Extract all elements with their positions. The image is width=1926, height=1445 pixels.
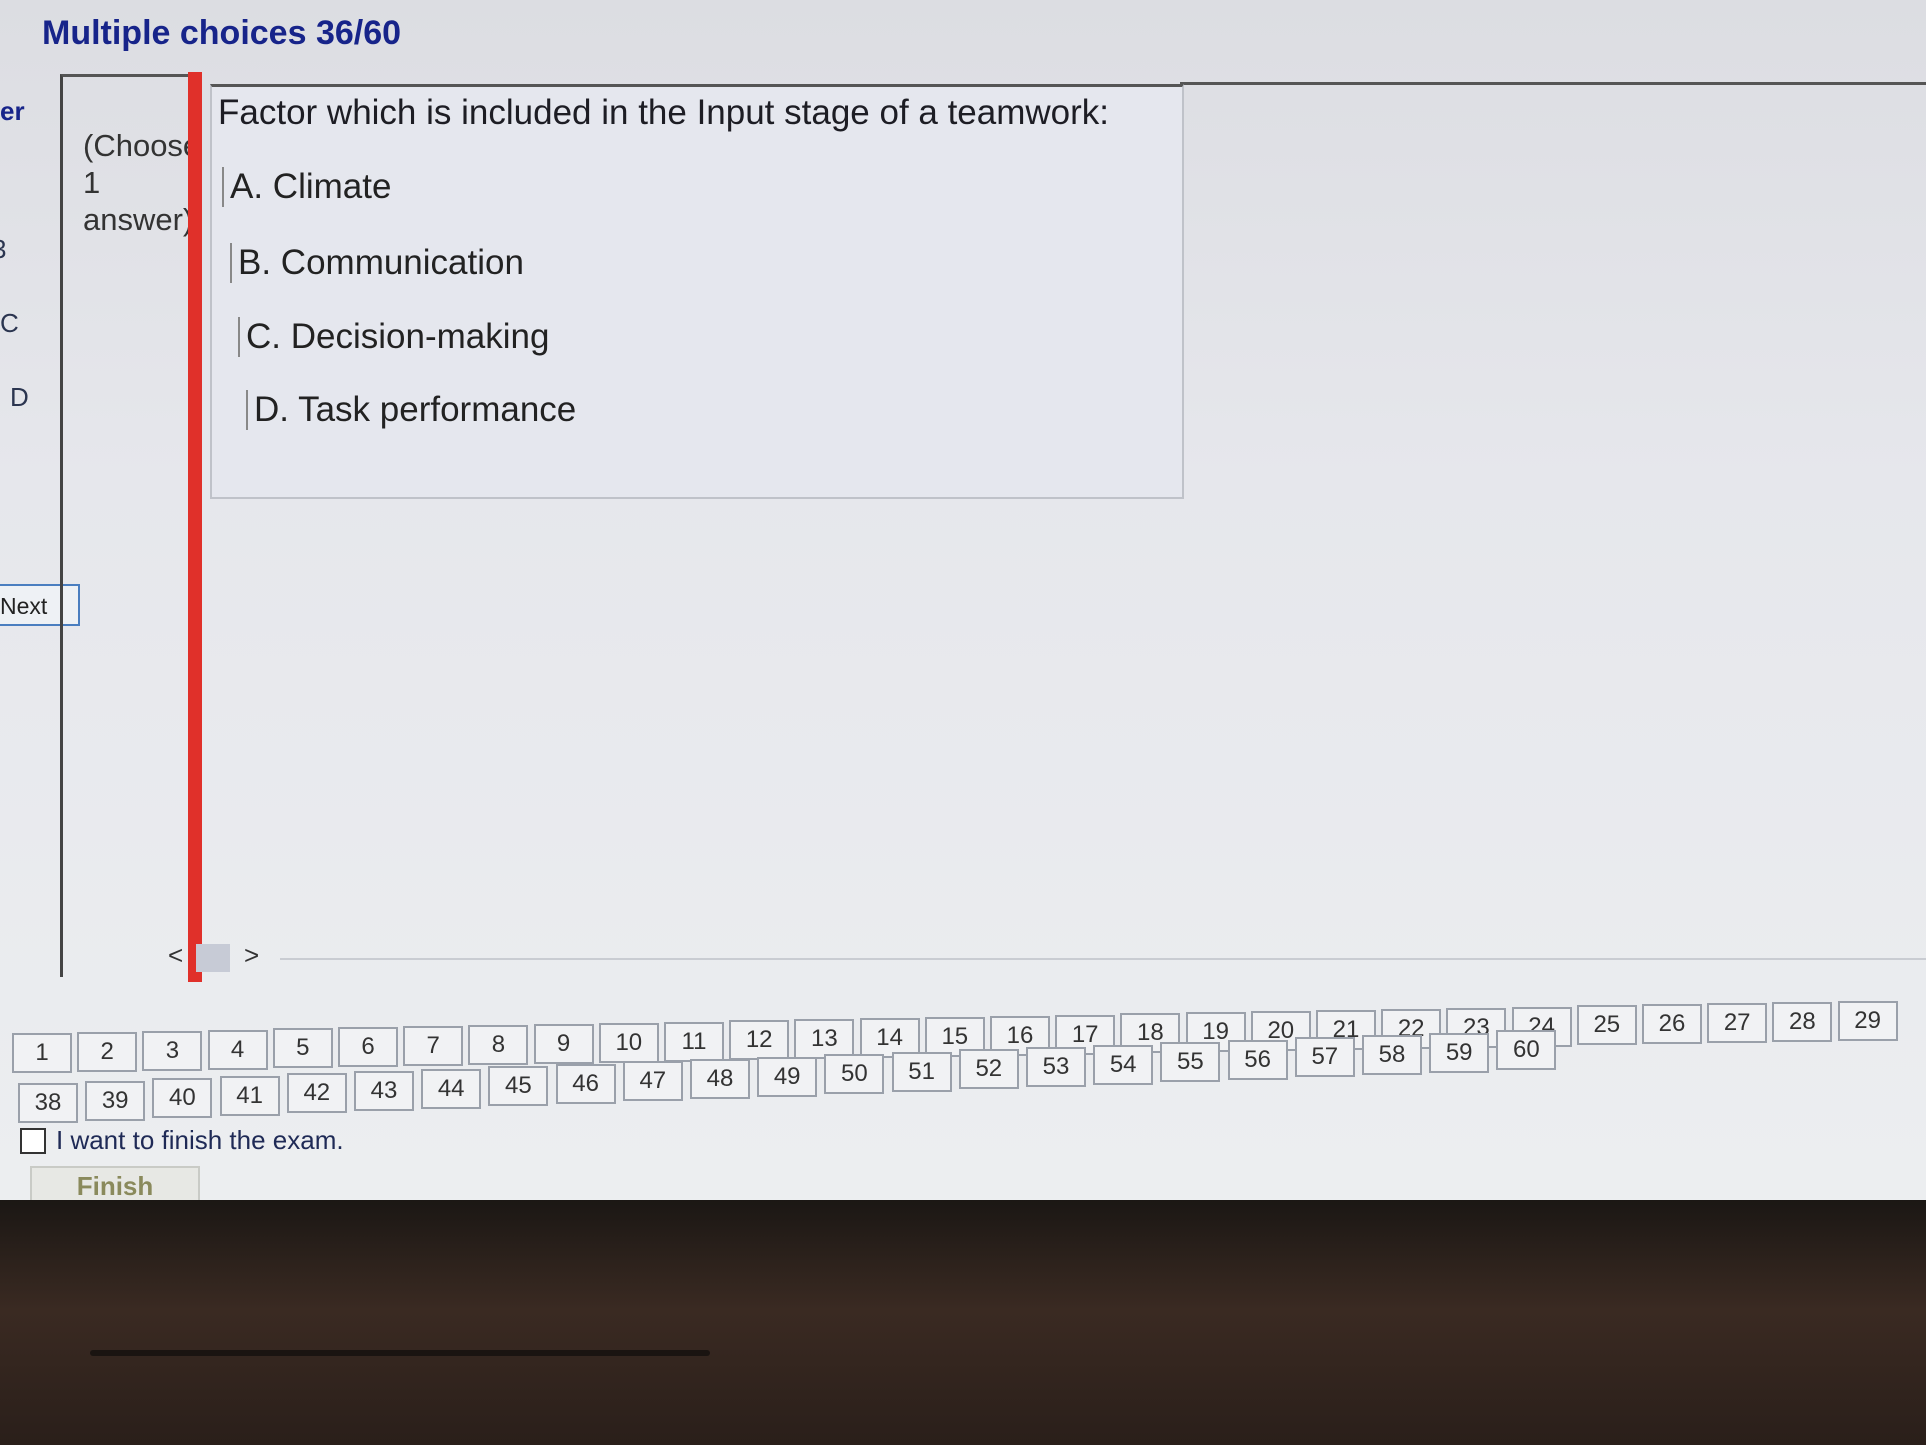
option-d[interactable]: D. Task performance <box>246 390 576 430</box>
question-number-button[interactable]: 42 <box>286 1073 347 1114</box>
side-fragment: er <box>0 96 25 126</box>
question-text: Factor which is included in the Input st… <box>218 93 1110 132</box>
desk-background <box>0 1200 1926 1445</box>
pager-thumb[interactable] <box>196 944 230 972</box>
page-title: Multiple choices 36/60 <box>42 14 402 52</box>
question-number-button[interactable]: 11 <box>664 1021 724 1062</box>
side-fragment: 3 <box>0 234 6 265</box>
question-number-button[interactable]: 47 <box>622 1061 683 1102</box>
question-number-button[interactable]: 5 <box>272 1028 333 1069</box>
question-number-button[interactable]: 44 <box>421 1068 482 1109</box>
option-a[interactable]: A. Climate <box>222 167 391 207</box>
divider <box>280 958 1926 960</box>
divider <box>1180 82 1926 85</box>
question-number-button[interactable]: 29 <box>1837 1000 1898 1041</box>
question-number-button[interactable]: 50 <box>824 1054 885 1095</box>
question-number-button[interactable]: 46 <box>555 1063 616 1104</box>
question-number-button[interactable]: 39 <box>85 1080 146 1121</box>
option-b[interactable]: B. Communication <box>230 243 524 283</box>
question-marker-bar <box>188 72 202 982</box>
question-number-button[interactable]: 60 <box>1496 1030 1557 1071</box>
question-number-button[interactable]: 43 <box>354 1071 414 1111</box>
question-number-button[interactable]: 40 <box>152 1078 213 1119</box>
question-number-button[interactable]: 59 <box>1429 1032 1490 1073</box>
question-number-button[interactable]: 48 <box>690 1059 750 1099</box>
question-number-button[interactable]: 13 <box>794 1019 855 1060</box>
exam-screen: Multiple choices 36/60 er 3 C D Next (Ch… <box>0 0 1926 1200</box>
side-fragment: C <box>0 308 19 338</box>
question-number-button[interactable]: 52 <box>958 1049 1019 1090</box>
chevron-right-icon[interactable]: > <box>244 940 259 971</box>
side-fragment: D <box>10 382 29 412</box>
question-number-button[interactable]: 54 <box>1093 1044 1154 1085</box>
finish-checkbox-label: I want to finish the exam. <box>56 1125 344 1155</box>
question-number-button[interactable]: 9 <box>533 1023 594 1064</box>
question-number-button[interactable]: 55 <box>1160 1042 1221 1083</box>
question-number-button[interactable]: 53 <box>1026 1047 1086 1087</box>
desk-edge <box>90 1350 710 1356</box>
question-number-button[interactable]: 51 <box>891 1051 952 1092</box>
question-number-button[interactable]: 27 <box>1707 1003 1768 1044</box>
question-number-button[interactable]: 8 <box>468 1024 529 1065</box>
question-box: Factor which is included in the Input st… <box>210 84 1184 499</box>
question-number-button[interactable]: 7 <box>403 1026 464 1067</box>
question-number-button[interactable]: 10 <box>598 1022 659 1063</box>
chevron-left-icon[interactable]: < <box>168 940 183 971</box>
question-number-button[interactable]: 2 <box>77 1031 138 1072</box>
question-number-button[interactable]: 25 <box>1576 1005 1637 1046</box>
question-number-button[interactable]: 6 <box>338 1027 398 1068</box>
question-number-button[interactable]: 3 <box>142 1030 203 1071</box>
instruction-panel: (Choose 1 answer) <box>60 74 200 977</box>
question-number-button[interactable]: 4 <box>207 1029 268 1070</box>
question-number-button[interactable]: 56 <box>1227 1039 1288 1080</box>
question-number-button[interactable]: 45 <box>488 1066 549 1107</box>
finish-confirm-row: I want to finish the exam. <box>20 1125 344 1156</box>
finish-button[interactable]: Finish <box>30 1166 200 1200</box>
choose-instruction: (Choose 1 answer) <box>83 128 201 237</box>
question-number-button[interactable]: 1 <box>12 1033 72 1073</box>
question-number-button[interactable]: 12 <box>729 1020 790 1061</box>
question-number-button[interactable]: 49 <box>757 1056 818 1097</box>
question-number-button[interactable]: 38 <box>18 1083 78 1123</box>
question-number-button[interactable]: 57 <box>1294 1037 1355 1078</box>
question-number-button[interactable]: 41 <box>219 1075 280 1116</box>
finish-checkbox[interactable] <box>20 1127 46 1154</box>
question-number-button[interactable]: 58 <box>1362 1035 1422 1075</box>
question-number-button[interactable]: 26 <box>1642 1004 1702 1045</box>
question-number-button[interactable]: 28 <box>1772 1001 1833 1042</box>
option-c[interactable]: C. Decision-making <box>238 317 549 357</box>
